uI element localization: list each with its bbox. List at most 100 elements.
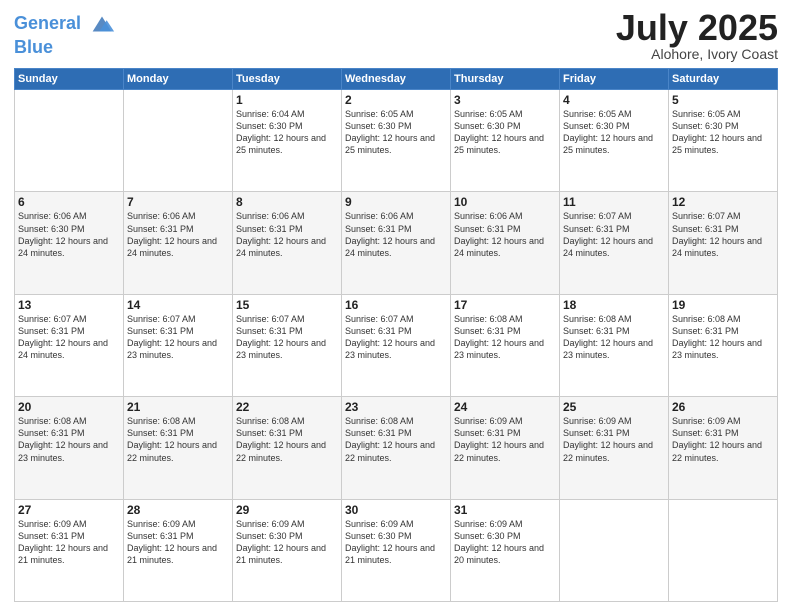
day-info: Sunrise: 6:05 AM Sunset: 6:30 PM Dayligh… xyxy=(345,108,447,157)
day-info: Sunrise: 6:07 AM Sunset: 6:31 PM Dayligh… xyxy=(563,210,665,259)
day-number: 3 xyxy=(454,93,556,107)
day-number: 7 xyxy=(127,195,229,209)
day-info: Sunrise: 6:04 AM Sunset: 6:30 PM Dayligh… xyxy=(236,108,338,157)
calendar-cell: 30Sunrise: 6:09 AM Sunset: 6:30 PM Dayli… xyxy=(342,499,451,601)
day-info: Sunrise: 6:09 AM Sunset: 6:31 PM Dayligh… xyxy=(672,415,774,464)
day-info: Sunrise: 6:08 AM Sunset: 6:31 PM Dayligh… xyxy=(127,415,229,464)
day-number: 23 xyxy=(345,400,447,414)
day-number: 15 xyxy=(236,298,338,312)
day-number: 29 xyxy=(236,503,338,517)
day-info: Sunrise: 6:09 AM Sunset: 6:31 PM Dayligh… xyxy=(127,518,229,567)
day-info: Sunrise: 6:05 AM Sunset: 6:30 PM Dayligh… xyxy=(454,108,556,157)
day-header-saturday: Saturday xyxy=(669,69,778,90)
calendar-cell: 4Sunrise: 6:05 AM Sunset: 6:30 PM Daylig… xyxy=(560,90,669,192)
day-info: Sunrise: 6:08 AM Sunset: 6:31 PM Dayligh… xyxy=(345,415,447,464)
calendar-cell: 28Sunrise: 6:09 AM Sunset: 6:31 PM Dayli… xyxy=(124,499,233,601)
day-number: 30 xyxy=(345,503,447,517)
calendar-cell: 16Sunrise: 6:07 AM Sunset: 6:31 PM Dayli… xyxy=(342,294,451,396)
day-info: Sunrise: 6:08 AM Sunset: 6:31 PM Dayligh… xyxy=(236,415,338,464)
calendar-cell xyxy=(15,90,124,192)
calendar-cell: 15Sunrise: 6:07 AM Sunset: 6:31 PM Dayli… xyxy=(233,294,342,396)
day-number: 5 xyxy=(672,93,774,107)
day-number: 18 xyxy=(563,298,665,312)
calendar-cell: 18Sunrise: 6:08 AM Sunset: 6:31 PM Dayli… xyxy=(560,294,669,396)
calendar-header-row: SundayMondayTuesdayWednesdayThursdayFrid… xyxy=(15,69,778,90)
calendar-week-5: 27 Sunrise: 6:09 AM Sunset: 6:31 PM Dayli… xyxy=(15,499,778,601)
day-info: Sunrise: 6:07 AM Sunset: 6:31 PM Dayligh… xyxy=(127,313,229,362)
calendar-cell xyxy=(560,499,669,601)
day-number: 9 xyxy=(345,195,447,209)
calendar-cell: 13Sunrise: 6:07 AM Sunset: 6:31 PM Dayli… xyxy=(15,294,124,396)
day-info: Sunrise: 6:09 AM Sunset: 6:30 PM Dayligh… xyxy=(345,518,447,567)
day-number: 26 xyxy=(672,400,774,414)
day-info: Sunrise: 6:06 AM Sunset: 6:31 PM Dayligh… xyxy=(127,210,229,259)
day-info: Sunrise: 6:08 AM Sunset: 6:31 PM Dayligh… xyxy=(18,415,120,464)
day-number: 31 xyxy=(454,503,556,517)
calendar-week-2: 6Sunrise: 6:06 AM Sunset: 6:30 PM Daylig… xyxy=(15,192,778,294)
title-section: July 2025 Alohore, Ivory Coast xyxy=(616,10,778,62)
day-number: 10 xyxy=(454,195,556,209)
calendar-cell xyxy=(124,90,233,192)
calendar-cell: 17Sunrise: 6:08 AM Sunset: 6:31 PM Dayli… xyxy=(451,294,560,396)
day-number: 24 xyxy=(454,400,556,414)
day-info: Sunrise: 6:06 AM Sunset: 6:31 PM Dayligh… xyxy=(345,210,447,259)
calendar-cell: 14Sunrise: 6:07 AM Sunset: 6:31 PM Dayli… xyxy=(124,294,233,396)
day-number: 22 xyxy=(236,400,338,414)
logo-line2: Blue xyxy=(14,38,116,58)
day-number: 25 xyxy=(563,400,665,414)
calendar-cell: 11Sunrise: 6:07 AM Sunset: 6:31 PM Dayli… xyxy=(560,192,669,294)
logo-line1: General xyxy=(14,13,81,33)
location-subtitle: Alohore, Ivory Coast xyxy=(616,46,778,62)
calendar-cell: 25Sunrise: 6:09 AM Sunset: 6:31 PM Dayli… xyxy=(560,397,669,499)
header: General Blue July 2025 Alohore, Ivory Co… xyxy=(14,10,778,62)
day-info: Sunrise: 6:06 AM Sunset: 6:31 PM Dayligh… xyxy=(236,210,338,259)
calendar-cell: 2Sunrise: 6:05 AM Sunset: 6:30 PM Daylig… xyxy=(342,90,451,192)
day-number: 1 xyxy=(236,93,338,107)
calendar-cell: 20Sunrise: 6:08 AM Sunset: 6:31 PM Dayli… xyxy=(15,397,124,499)
day-number: 19 xyxy=(672,298,774,312)
calendar-week-3: 13 Sunrise: 6:07 AM Sunset: 6:31 PM Dayli… xyxy=(15,294,778,396)
day-number: 4 xyxy=(563,93,665,107)
calendar-table: SundayMondayTuesdayWednesdayThursdayFrid… xyxy=(14,68,778,602)
day-number: 27 xyxy=(18,503,120,517)
calendar-cell: 6Sunrise: 6:06 AM Sunset: 6:30 PM Daylig… xyxy=(15,192,124,294)
day-header-wednesday: Wednesday xyxy=(342,69,451,90)
calendar-cell: 9Sunrise: 6:06 AM Sunset: 6:31 PM Daylig… xyxy=(342,192,451,294)
calendar-cell: 24Sunrise: 6:09 AM Sunset: 6:31 PM Dayli… xyxy=(451,397,560,499)
calendar-cell: 3Sunrise: 6:05 AM Sunset: 6:30 PM Daylig… xyxy=(451,90,560,192)
day-number: 8 xyxy=(236,195,338,209)
day-number: 17 xyxy=(454,298,556,312)
calendar-cell: 31Sunrise: 6:09 AM Sunset: 6:30 PM Dayli… xyxy=(451,499,560,601)
day-header-sunday: Sunday xyxy=(15,69,124,90)
day-number: 16 xyxy=(345,298,447,312)
calendar-cell: 23Sunrise: 6:08 AM Sunset: 6:31 PM Dayli… xyxy=(342,397,451,499)
day-header-monday: Monday xyxy=(124,69,233,90)
day-number: 14 xyxy=(127,298,229,312)
calendar-week-1: 1Sunrise: 6:04 AM Sunset: 6:30 PM Daylig… xyxy=(15,90,778,192)
day-info: Sunrise: 6:09 AM Sunset: 6:30 PM Dayligh… xyxy=(236,518,338,567)
day-number: 12 xyxy=(672,195,774,209)
calendar-cell: 5Sunrise: 6:05 AM Sunset: 6:30 PM Daylig… xyxy=(669,90,778,192)
day-info: Sunrise: 6:08 AM Sunset: 6:31 PM Dayligh… xyxy=(563,313,665,362)
day-number: 21 xyxy=(127,400,229,414)
page: General Blue July 2025 Alohore, Ivory Co… xyxy=(0,0,792,612)
day-header-friday: Friday xyxy=(560,69,669,90)
calendar-cell: 19Sunrise: 6:08 AM Sunset: 6:31 PM Dayli… xyxy=(669,294,778,396)
calendar-week-4: 20Sunrise: 6:08 AM Sunset: 6:31 PM Dayli… xyxy=(15,397,778,499)
logo-text: General xyxy=(14,10,116,38)
calendar-cell: 7Sunrise: 6:06 AM Sunset: 6:31 PM Daylig… xyxy=(124,192,233,294)
logo: General Blue xyxy=(14,10,116,58)
day-info: Sunrise: 6:06 AM Sunset: 6:31 PM Dayligh… xyxy=(454,210,556,259)
day-number: 13 xyxy=(18,298,120,312)
calendar-cell: 1Sunrise: 6:04 AM Sunset: 6:30 PM Daylig… xyxy=(233,90,342,192)
day-info: Sunrise: 6:08 AM Sunset: 6:31 PM Dayligh… xyxy=(672,313,774,362)
calendar-cell xyxy=(669,499,778,601)
calendar-cell: 8Sunrise: 6:06 AM Sunset: 6:31 PM Daylig… xyxy=(233,192,342,294)
day-number: 20 xyxy=(18,400,120,414)
day-info: Sunrise: 6:08 AM Sunset: 6:31 PM Dayligh… xyxy=(454,313,556,362)
day-info: Sunrise: 6:06 AM Sunset: 6:30 PM Dayligh… xyxy=(18,210,120,259)
calendar-cell: 27Sunrise: 6:09 AM Sunset: 6:31 PM Dayli… xyxy=(15,499,124,601)
month-title: July 2025 xyxy=(616,10,778,46)
calendar-cell: 12Sunrise: 6:07 AM Sunset: 6:31 PM Dayli… xyxy=(669,192,778,294)
day-header-tuesday: Tuesday xyxy=(233,69,342,90)
